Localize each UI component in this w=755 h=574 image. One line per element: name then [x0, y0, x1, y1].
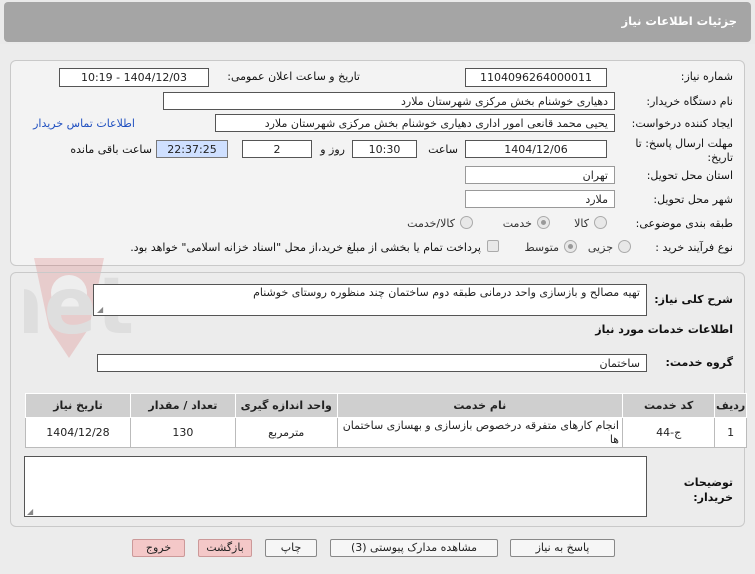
unit-cell: مترمربع — [234, 417, 338, 448]
buyer-org-field: دهیاری خوشنام بخش مرکزی شهرستان ملارد — [163, 92, 615, 110]
deadline-date-field: 1404/12/06 — [465, 140, 607, 158]
deadline-hour-label: ساعت — [428, 143, 458, 156]
treasury-payment-note: پرداخت تمام یا بخشی از مبلغ خرید،از محل … — [130, 241, 481, 254]
announce-datetime-label: تاریخ و ساعت اعلان عمومی: — [227, 70, 360, 83]
need-number-field: 1104096264000011 — [465, 68, 607, 87]
process-radio-minor[interactable] — [618, 240, 631, 253]
treasury-payment-checkbox[interactable] — [487, 240, 499, 252]
col-date-header: تاریخ نیاز — [25, 393, 131, 418]
title-tab: جزئیات اطلاعات نیاز — [4, 2, 751, 42]
process-option-medium: متوسط — [524, 241, 559, 254]
category-label: طبقه بندی موضوعی: — [635, 217, 733, 230]
category-option-service: خدمت — [502, 217, 532, 230]
category-radio-goods-service[interactable] — [460, 216, 473, 229]
process-option-minor: جزیی — [587, 241, 613, 254]
category-option-goods: کالا — [574, 217, 589, 230]
buyer-notes-label: توضیحات خریدار: — [683, 476, 733, 504]
description-resize-handle[interactable]: ◢ — [97, 305, 103, 314]
page-title: جزئیات اطلاعات نیاز — [621, 14, 737, 28]
services-info-heading: اطلاعات خدمات مورد نیاز — [595, 323, 733, 336]
remaining-label: ساعت باقی مانده — [70, 143, 152, 156]
quantity-cell: 130 — [129, 417, 236, 448]
service-group-field: ساختمان — [97, 354, 647, 372]
remaining-days-field: 2 — [242, 140, 312, 158]
process-radio-medium[interactable] — [564, 240, 577, 253]
row-number-cell: 1 — [714, 417, 747, 448]
requester-field: یحیی محمد قانعی امور اداری دهیاری خوشنام… — [215, 114, 615, 132]
category-radio-goods[interactable] — [594, 216, 607, 229]
print-button[interactable]: چاپ — [265, 539, 317, 557]
need-number-label: شماره نیاز: — [680, 70, 733, 83]
description-label: شرح کلی نیاز: — [654, 293, 733, 306]
city-field: ملارد — [465, 190, 615, 208]
description-field: تهیه مصالح و بازسازی واحد درمانی طبقه دو… — [93, 284, 647, 316]
requester-label: ایجاد کننده درخواست: — [631, 117, 733, 130]
reply-button[interactable]: پاسخ به نیاز — [510, 539, 615, 557]
col-row-header: ردیف — [714, 393, 747, 418]
remaining-time-field: 22:37:25 — [156, 140, 228, 158]
city-label: شهر محل تحویل: — [653, 193, 733, 206]
category-option-goods-service: کالا/خدمت — [407, 217, 455, 230]
announce-datetime-field: 1404/12/03 - 10:19 — [59, 68, 209, 87]
need-date-cell: 1404/12/28 — [25, 417, 131, 448]
services-table: ردیف کد خدمت نام خدمت واحد اندازه گیری ت… — [25, 393, 747, 448]
buyer-notes-resize-handle[interactable]: ◢ — [27, 507, 33, 516]
service-group-label: گروه خدمت: — [665, 356, 733, 369]
process-label: نوع فرآیند خرید : — [655, 241, 733, 254]
col-name-header: نام خدمت — [336, 393, 623, 418]
buyer-notes-field[interactable] — [24, 456, 647, 517]
buyer-contact-link[interactable]: اطلاعات تماس خریدار — [33, 117, 135, 130]
province-label: استان محل تحویل: — [646, 169, 733, 182]
col-unit-header: واحد اندازه گیری — [234, 393, 338, 418]
exit-button[interactable]: خروج — [132, 539, 185, 557]
view-attachments-button[interactable]: مشاهده مدارک پیوستی (3) — [330, 539, 498, 557]
back-button[interactable]: بازگشت — [198, 539, 252, 557]
table-row: 1 ج-44 انجام کارهای متفرقه درخصوص بازساز… — [25, 417, 747, 448]
buyer-org-label: نام دستگاه خریدار: — [646, 95, 733, 108]
deadline-time-field: 10:30 — [352, 140, 417, 158]
title-bar: جزئیات اطلاعات نیاز — [0, 0, 755, 44]
deadline-label: مهلت ارسال پاسخ: تا تاریخ: — [635, 137, 733, 164]
service-name-cell: انجام کارهای متفرقه درخصوص بازسازی و بهس… — [336, 417, 623, 448]
col-qty-header: تعداد / مقدار — [129, 393, 236, 418]
province-field: تهران — [465, 166, 615, 184]
col-code-header: کد خدمت — [621, 393, 716, 418]
service-code-cell: ج-44 — [621, 417, 716, 448]
category-radio-service[interactable] — [537, 216, 550, 229]
days-and-label: روز و — [320, 143, 345, 156]
services-table-header: ردیف کد خدمت نام خدمت واحد اندازه گیری ت… — [25, 393, 747, 418]
